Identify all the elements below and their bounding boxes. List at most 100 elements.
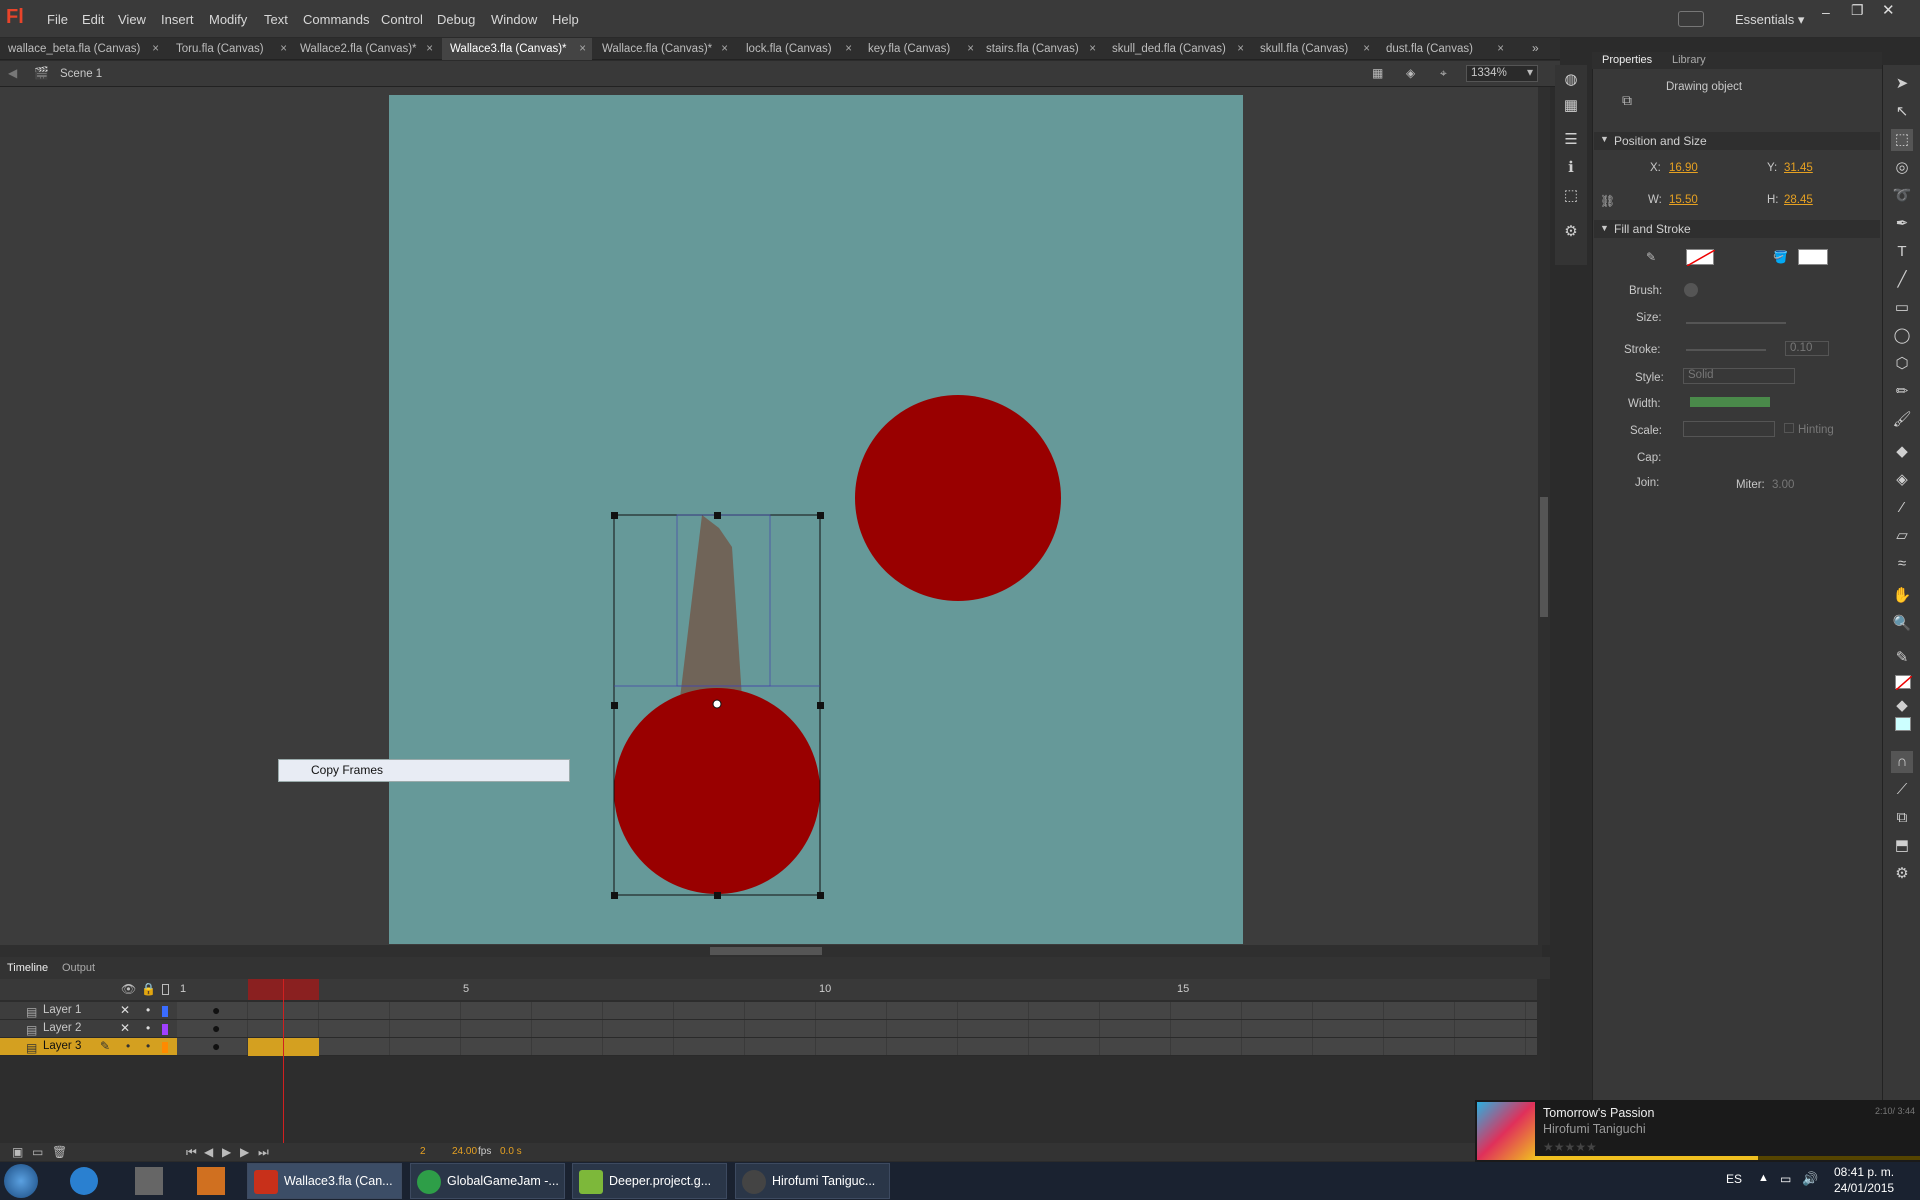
rectangle-tool-icon[interactable]: ▭ bbox=[1891, 297, 1913, 319]
visible-dot-icon[interactable]: • bbox=[126, 1039, 130, 1053]
miter-value[interactable]: 3.00 bbox=[1772, 479, 1794, 491]
fill-stroke-section[interactable]: Fill and Stroke bbox=[1594, 220, 1880, 238]
minimize-icon[interactable]: – bbox=[1822, 4, 1830, 20]
step-back-icon[interactable]: ◀ bbox=[204, 1145, 213, 1159]
stroke-color-swatch[interactable] bbox=[1686, 249, 1716, 267]
fill-bucket-icon[interactable]: 🪣 bbox=[1773, 250, 1788, 264]
subselection-tool-icon[interactable]: ↖ bbox=[1891, 101, 1913, 123]
frame-row-2[interactable]: ● bbox=[177, 1020, 1537, 1038]
components-icon[interactable]: ⚙ bbox=[1560, 221, 1582, 243]
play-icon[interactable]: ▶ bbox=[222, 1145, 231, 1159]
tab-wallace[interactable]: Wallace.fla (Canvas)* × bbox=[594, 38, 734, 60]
hand-tool-icon[interactable]: ✋ bbox=[1891, 585, 1913, 607]
bone-tool-icon[interactable]: ≈ bbox=[1891, 553, 1913, 575]
menu-help[interactable]: Help bbox=[552, 12, 579, 27]
close-tab-icon[interactable]: × bbox=[721, 38, 728, 60]
layer-name[interactable]: Layer 3 bbox=[43, 1040, 81, 1052]
fill-color-chip[interactable] bbox=[1895, 717, 1911, 731]
clock-time[interactable]: 08:41 p. m. bbox=[1834, 1165, 1894, 1179]
ie-icon[interactable] bbox=[70, 1167, 98, 1195]
restore-icon[interactable]: ❐ bbox=[1851, 2, 1864, 19]
stroke-color-icon[interactable]: ✎ bbox=[1646, 250, 1656, 264]
horizontal-scrollbar[interactable] bbox=[0, 945, 1542, 957]
close-tab-icon[interactable]: × bbox=[1237, 38, 1244, 60]
motion-editor-icon[interactable]: ◍ bbox=[1560, 69, 1582, 91]
stage-canvas[interactable] bbox=[389, 95, 1243, 944]
keyframe-dot[interactable]: ● bbox=[212, 1020, 220, 1036]
delete-layer-icon[interactable]: 🗑 bbox=[52, 1145, 67, 1159]
volume-icon[interactable]: 🔊 bbox=[1802, 1171, 1818, 1187]
close-tab-icon[interactable]: × bbox=[426, 38, 433, 60]
new-layer-icon[interactable]: ▣ bbox=[12, 1145, 23, 1159]
stroke-color-tool-icon[interactable]: ✎ bbox=[1891, 647, 1913, 669]
y-value[interactable]: 31.45 bbox=[1784, 162, 1813, 174]
current-frame[interactable]: 2 bbox=[420, 1146, 426, 1157]
playback-progress[interactable] bbox=[1535, 1156, 1920, 1160]
media-player-icon[interactable] bbox=[197, 1167, 225, 1195]
keyframe-dot[interactable]: ● bbox=[212, 1038, 220, 1054]
rating-stars[interactable]: ★★★★★ bbox=[1543, 1140, 1597, 1154]
language-indicator[interactable]: ES bbox=[1726, 1172, 1742, 1186]
tab-stairs[interactable]: stairs.fla (Canvas) × bbox=[978, 38, 1102, 60]
lock-dot-icon[interactable]: • bbox=[146, 1021, 150, 1035]
pen-tool-icon[interactable]: ✒ bbox=[1891, 213, 1913, 235]
lock-dot-icon[interactable]: • bbox=[146, 1003, 150, 1017]
workspace-switcher[interactable]: Essentials ▾ bbox=[1735, 12, 1804, 28]
tab-timeline[interactable]: Timeline bbox=[7, 962, 48, 974]
layer-row-2[interactable]: ▤ Layer 2 ✕ • bbox=[0, 1020, 177, 1038]
vertical-scrollbar[interactable] bbox=[1538, 87, 1550, 945]
tab-skull[interactable]: skull.fla (Canvas) × bbox=[1252, 38, 1376, 60]
polystar-tool-icon[interactable]: ⬡ bbox=[1891, 353, 1913, 375]
free-transform-tool-icon[interactable]: ⬚ bbox=[1891, 129, 1913, 151]
snap-magnet-icon[interactable]: ∩ bbox=[1891, 751, 1913, 773]
object-drawing-icon[interactable]: ⬒ bbox=[1891, 835, 1913, 857]
step-forward-icon[interactable]: ▶ bbox=[240, 1145, 249, 1159]
eye-icon[interactable]: 👁 bbox=[121, 982, 136, 996]
close-tab-icon[interactable]: × bbox=[845, 38, 852, 60]
lock-icon[interactable]: 🔒 bbox=[141, 982, 156, 996]
lasso-tool-icon[interactable]: ➰ bbox=[1891, 185, 1913, 207]
close-tab-icon[interactable]: × bbox=[152, 38, 159, 60]
start-button-icon[interactable] bbox=[4, 1164, 38, 1198]
close-tab-icon[interactable]: × bbox=[967, 38, 974, 60]
collapse-arrow-icon[interactable]: ▼ bbox=[1600, 134, 1609, 144]
layer-row-3[interactable]: ▤ Layer 3 ✎ • • bbox=[0, 1038, 177, 1056]
layer-color-swatch[interactable] bbox=[162, 1024, 168, 1035]
zoom-tool-icon[interactable]: 🔍 bbox=[1891, 613, 1913, 635]
size-slider[interactable] bbox=[1686, 322, 1786, 324]
scale-dropdown[interactable] bbox=[1683, 421, 1775, 437]
layer-row-1[interactable]: ▤ Layer 1 ✕ • bbox=[0, 1002, 177, 1020]
straighten-icon[interactable]: ⧉ bbox=[1891, 807, 1913, 829]
outline-icon[interactable] bbox=[162, 984, 169, 995]
center-stage-icon[interactable]: ⌖ bbox=[1440, 66, 1447, 81]
tab-skull-ded[interactable]: skull_ded.fla (Canvas) × bbox=[1104, 38, 1250, 60]
network-icon[interactable]: ▭ bbox=[1780, 1172, 1791, 1186]
collapse-arrow-icon[interactable]: ▼ bbox=[1600, 223, 1609, 233]
fill-color-tool-icon[interactable]: ◆ bbox=[1891, 695, 1913, 717]
3d-rotation-tool-icon[interactable]: ◎ bbox=[1891, 157, 1913, 179]
close-window-icon[interactable]: ✕ bbox=[1882, 1, 1895, 19]
layer-name[interactable]: Layer 2 bbox=[43, 1022, 81, 1034]
menu-modify[interactable]: Modify bbox=[209, 12, 247, 27]
menu-commands[interactable]: Commands bbox=[303, 12, 369, 27]
show-hidden-icon[interactable]: ▲ bbox=[1758, 1172, 1769, 1184]
zoom-dropdown-icon[interactable]: ▾ bbox=[1527, 65, 1533, 79]
brush-shape-icon[interactable] bbox=[1684, 283, 1698, 297]
fill-color-swatch[interactable] bbox=[1798, 249, 1828, 265]
hidden-x-icon[interactable]: ✕ bbox=[120, 1003, 130, 1017]
menu-control[interactable]: Control bbox=[381, 12, 423, 27]
close-tab-icon[interactable]: × bbox=[280, 38, 287, 60]
hinting-checkbox[interactable] bbox=[1784, 423, 1794, 433]
link-constraint-icon[interactable]: ⛓ bbox=[1600, 194, 1615, 208]
brush-stroke-shape[interactable] bbox=[680, 515, 742, 698]
app-icon[interactable] bbox=[135, 1167, 163, 1195]
context-menu-copy-frames[interactable]: Copy Frames bbox=[278, 759, 570, 782]
stroke-value[interactable]: 0.10 bbox=[1785, 341, 1829, 356]
taskbar-chrome[interactable]: GlobalGameJam -... bbox=[410, 1163, 565, 1199]
ink-bottle-tool-icon[interactable]: ◈ bbox=[1891, 469, 1913, 491]
menu-file[interactable]: File bbox=[47, 12, 68, 27]
h-value[interactable]: 28.45 bbox=[1784, 194, 1813, 206]
option-icon[interactable]: ⚙ bbox=[1891, 863, 1913, 885]
time-value[interactable]: 0.0 s bbox=[500, 1146, 522, 1157]
playhead-line[interactable] bbox=[283, 979, 284, 1154]
